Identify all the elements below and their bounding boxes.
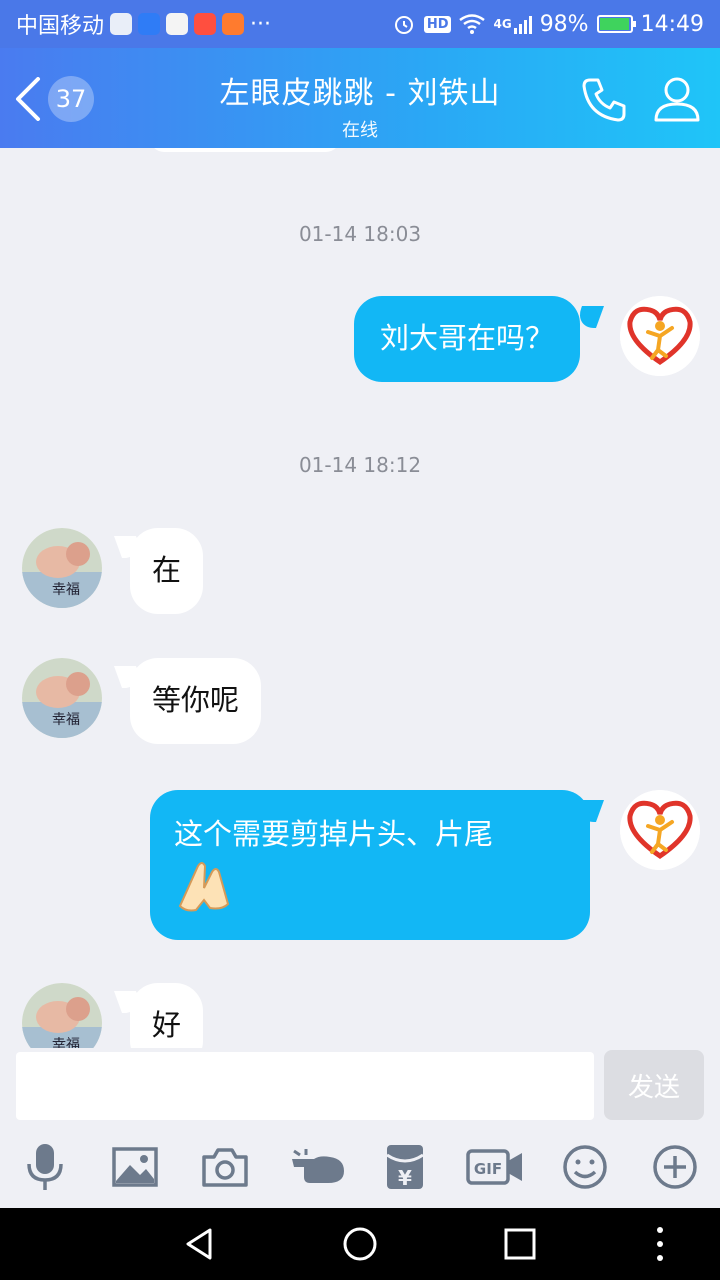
send-button[interactable]: 发送: [604, 1050, 704, 1120]
contact-title-block[interactable]: 左眼皮跳跳 - 刘铁山 在线: [150, 68, 570, 142]
notification-app-icon: [222, 13, 245, 35]
contact-photo-icon: 幸福: [22, 983, 102, 1048]
red-packet-icon: ¥: [386, 1145, 424, 1190]
poke-button[interactable]: [290, 1142, 346, 1192]
chevron-left-icon: [16, 77, 40, 121]
camera-button[interactable]: [200, 1142, 250, 1192]
triangle-back-icon: [186, 1228, 212, 1260]
person-icon: [654, 77, 700, 122]
gif-icon: GIF: [466, 1149, 522, 1185]
image-button[interactable]: [110, 1142, 160, 1192]
image-icon: [112, 1147, 158, 1187]
emoji-button[interactable]: [560, 1142, 610, 1192]
online-status: 在线: [342, 120, 378, 141]
incoming-message-bubble[interactable]: 好: [130, 983, 204, 1048]
red-packet-button[interactable]: ¥: [380, 1142, 430, 1192]
svg-text:¥: ¥: [398, 1166, 412, 1190]
nav-home-button[interactable]: [340, 1224, 380, 1264]
circle-home-icon: [343, 1227, 377, 1261]
network-type: 4G: [493, 17, 512, 31]
signal-icon: [513, 14, 532, 34]
outgoing-message-bubble[interactable]: 刘大哥在吗？: [354, 296, 581, 382]
more-tools-button[interactable]: [650, 1142, 700, 1192]
plus-icon: [653, 1145, 697, 1189]
chat-header: 37 左眼皮跳跳 - 刘铁山 在线: [0, 48, 720, 148]
poke-icon: [292, 1149, 344, 1183]
contact-avatar[interactable]: 幸福: [22, 658, 102, 738]
square-recents-icon: [504, 1228, 536, 1260]
contact-photo-icon: 幸福: [22, 528, 102, 608]
my-avatar[interactable]: [620, 296, 700, 376]
phone-icon: [582, 78, 626, 122]
svg-text:幸福: 幸福: [52, 712, 80, 728]
notification-app-icon: [166, 13, 189, 35]
clock: 14:49: [640, 11, 704, 37]
svg-text:幸福: 幸福: [52, 582, 80, 598]
back-button[interactable]: 37: [14, 76, 104, 122]
svg-text:GIF: GIF: [474, 1160, 502, 1178]
more-notifications-indicator: ···: [250, 11, 271, 37]
voice-button[interactable]: [20, 1142, 70, 1192]
previous-bubble-edge: [150, 148, 340, 152]
hd-indicator: HD: [423, 15, 452, 33]
profile-button[interactable]: [652, 74, 702, 124]
system-nav-bar: [0, 1208, 720, 1280]
battery-percent: 98%: [539, 11, 589, 37]
camera-icon: [202, 1148, 248, 1187]
message-timestamp: 01-14 18:03: [298, 222, 422, 246]
contact-avatar[interactable]: 幸福: [22, 983, 102, 1048]
message-list[interactable]: 01-14 18:03 刘大哥在吗？ 01-14 18:12 幸福 在 幸福 等…: [0, 148, 720, 1048]
contact-name: 左眼皮跳跳 - 刘铁山: [219, 76, 501, 111]
status-bar: 中国移动 ··· HD 4G 98% 14:49: [0, 0, 720, 48]
heart-logo-icon: [620, 790, 700, 870]
message-timestamp: 01-14 18:12: [298, 453, 422, 477]
carrier-label: 中国移动: [16, 14, 105, 39]
nav-menu-button[interactable]: [640, 1224, 680, 1264]
more-vertical-icon: [657, 1227, 663, 1261]
heart-logo-icon: [620, 296, 700, 376]
incoming-message-bubble[interactable]: 等你呢: [130, 658, 262, 744]
notification-app-icon: [110, 13, 133, 35]
wifi-icon: [459, 14, 486, 34]
notification-app-icon: [138, 13, 161, 35]
my-avatar[interactable]: [620, 790, 700, 870]
message-input[interactable]: [16, 1052, 594, 1120]
outgoing-message-bubble[interactable]: 这个需要剪掉片头、片尾: [150, 790, 590, 940]
battery-icon: [596, 15, 636, 33]
contact-photo-icon: 幸福: [22, 658, 102, 738]
nav-recents-button[interactable]: [500, 1224, 540, 1264]
input-bar: 发送 ¥ GIF: [0, 1048, 720, 1208]
svg-text:幸福: 幸福: [52, 1037, 80, 1048]
contact-avatar[interactable]: 幸福: [22, 528, 102, 608]
nav-back-button[interactable]: [180, 1224, 220, 1264]
microphone-icon: [27, 1144, 63, 1190]
gif-button[interactable]: GIF: [466, 1142, 524, 1192]
emoji-icon: [563, 1145, 607, 1189]
alarm-icon: [394, 16, 413, 34]
incoming-message-bubble[interactable]: 在: [130, 528, 204, 614]
call-button[interactable]: [580, 74, 630, 124]
notification-app-icon: [194, 13, 217, 35]
unread-count-badge: 37: [48, 76, 94, 122]
message-text: 这个需要剪掉片头、片尾: [174, 817, 494, 851]
praying-hands-emoji-icon: [178, 862, 230, 912]
